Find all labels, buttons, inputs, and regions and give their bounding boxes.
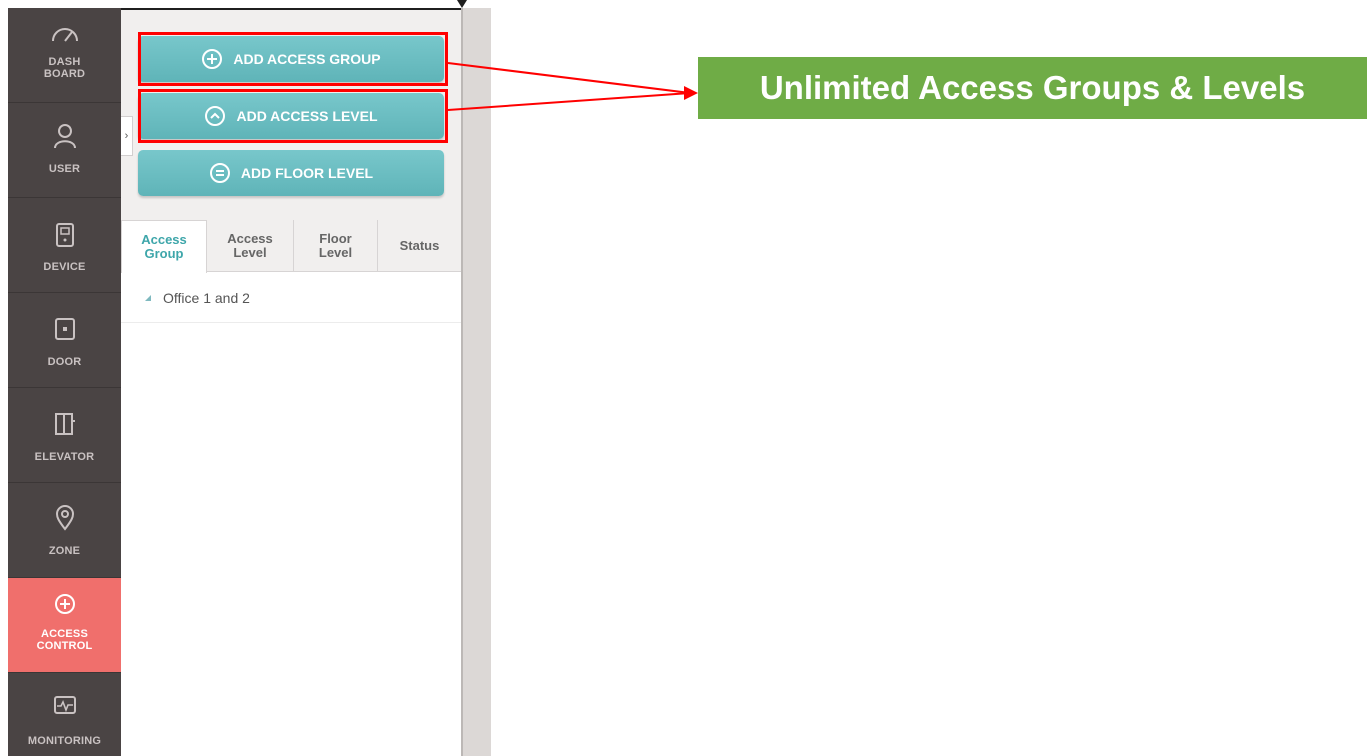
tab-bar: Access Group Access Level Floor Level Statu… (121, 220, 461, 273)
nav-item-device[interactable]: DEVICE (8, 198, 121, 293)
tab-access-level[interactable]: Access Level (207, 220, 294, 272)
monitor-icon (8, 695, 121, 721)
tab-label: Access (141, 232, 187, 247)
nav-label: ELEVATOR (34, 451, 95, 463)
door-icon (8, 317, 121, 343)
tab-access-group[interactable]: Access Group (121, 220, 207, 273)
feature-callout: Unlimited Access Groups & Levels (698, 57, 1367, 119)
expand-triangle-icon[interactable] (145, 294, 151, 301)
nav-label: DOOR (47, 356, 82, 368)
tab-label: Floor (319, 231, 352, 246)
elevator-icon (8, 412, 121, 438)
tab-status[interactable]: Status (378, 220, 461, 272)
device-icon (8, 222, 121, 248)
collapse-panel-handle[interactable]: › (121, 116, 133, 156)
nav-label: CONTROL (36, 640, 93, 652)
chevron-right-icon: › (124, 130, 129, 142)
tab-floor-level[interactable]: Floor Level (294, 220, 378, 272)
user-icon (8, 123, 121, 149)
equals-circle-icon (209, 162, 231, 184)
add-floor-level-button[interactable]: ADD FLOOR LEVEL (138, 150, 444, 196)
nav-item-elevator[interactable]: ELEVATOR (8, 388, 121, 483)
button-label: ADD FLOOR LEVEL (240, 165, 374, 181)
nav-label: MONITORING (27, 735, 102, 747)
tab-label: Status (399, 238, 440, 253)
shield-plus-icon (8, 592, 121, 618)
tab-label: Group (144, 246, 184, 261)
access-control-panel: ADD ACCESS GROUP ADD ACCESS LEVEL ADD FL… (121, 8, 461, 756)
nav-label: DASH (48, 56, 81, 68)
nav-item-dashboard[interactable]: DASH BOARD (8, 8, 121, 103)
tab-label: Access (227, 231, 273, 246)
nav-item-user[interactable]: USER (8, 103, 121, 198)
nav-item-door[interactable]: DOOR (8, 293, 121, 388)
nav-label: USER (48, 163, 81, 175)
panel-top-border (121, 8, 461, 10)
nav-item-monitoring[interactable]: MONITORING (8, 673, 121, 756)
nav-label: ZONE (48, 545, 81, 557)
highlight-box (138, 89, 448, 143)
tab-label: Level (318, 245, 353, 260)
nav-label: ACCESS (40, 628, 89, 640)
highlight-box (138, 32, 448, 86)
nav-item-access-control[interactable]: ACCESS CONTROL (8, 578, 121, 673)
main-navigation: DASH BOARD USER DEVICE DOOR ELEVATOR ZON… (8, 8, 121, 756)
nav-label: BOARD (43, 68, 86, 80)
location-pin-icon (8, 505, 121, 531)
scroll-arrow-icon[interactable] (455, 0, 469, 10)
nav-item-zone[interactable]: ZONE (8, 483, 121, 578)
vertical-scrollbar[interactable] (461, 8, 491, 756)
tab-label: Level (233, 245, 267, 260)
nav-label: DEVICE (43, 261, 86, 273)
tree-item[interactable]: Office 1 and 2 (121, 273, 461, 323)
tree-item-label: Office 1 and 2 (163, 289, 250, 306)
gauge-icon (8, 22, 121, 48)
